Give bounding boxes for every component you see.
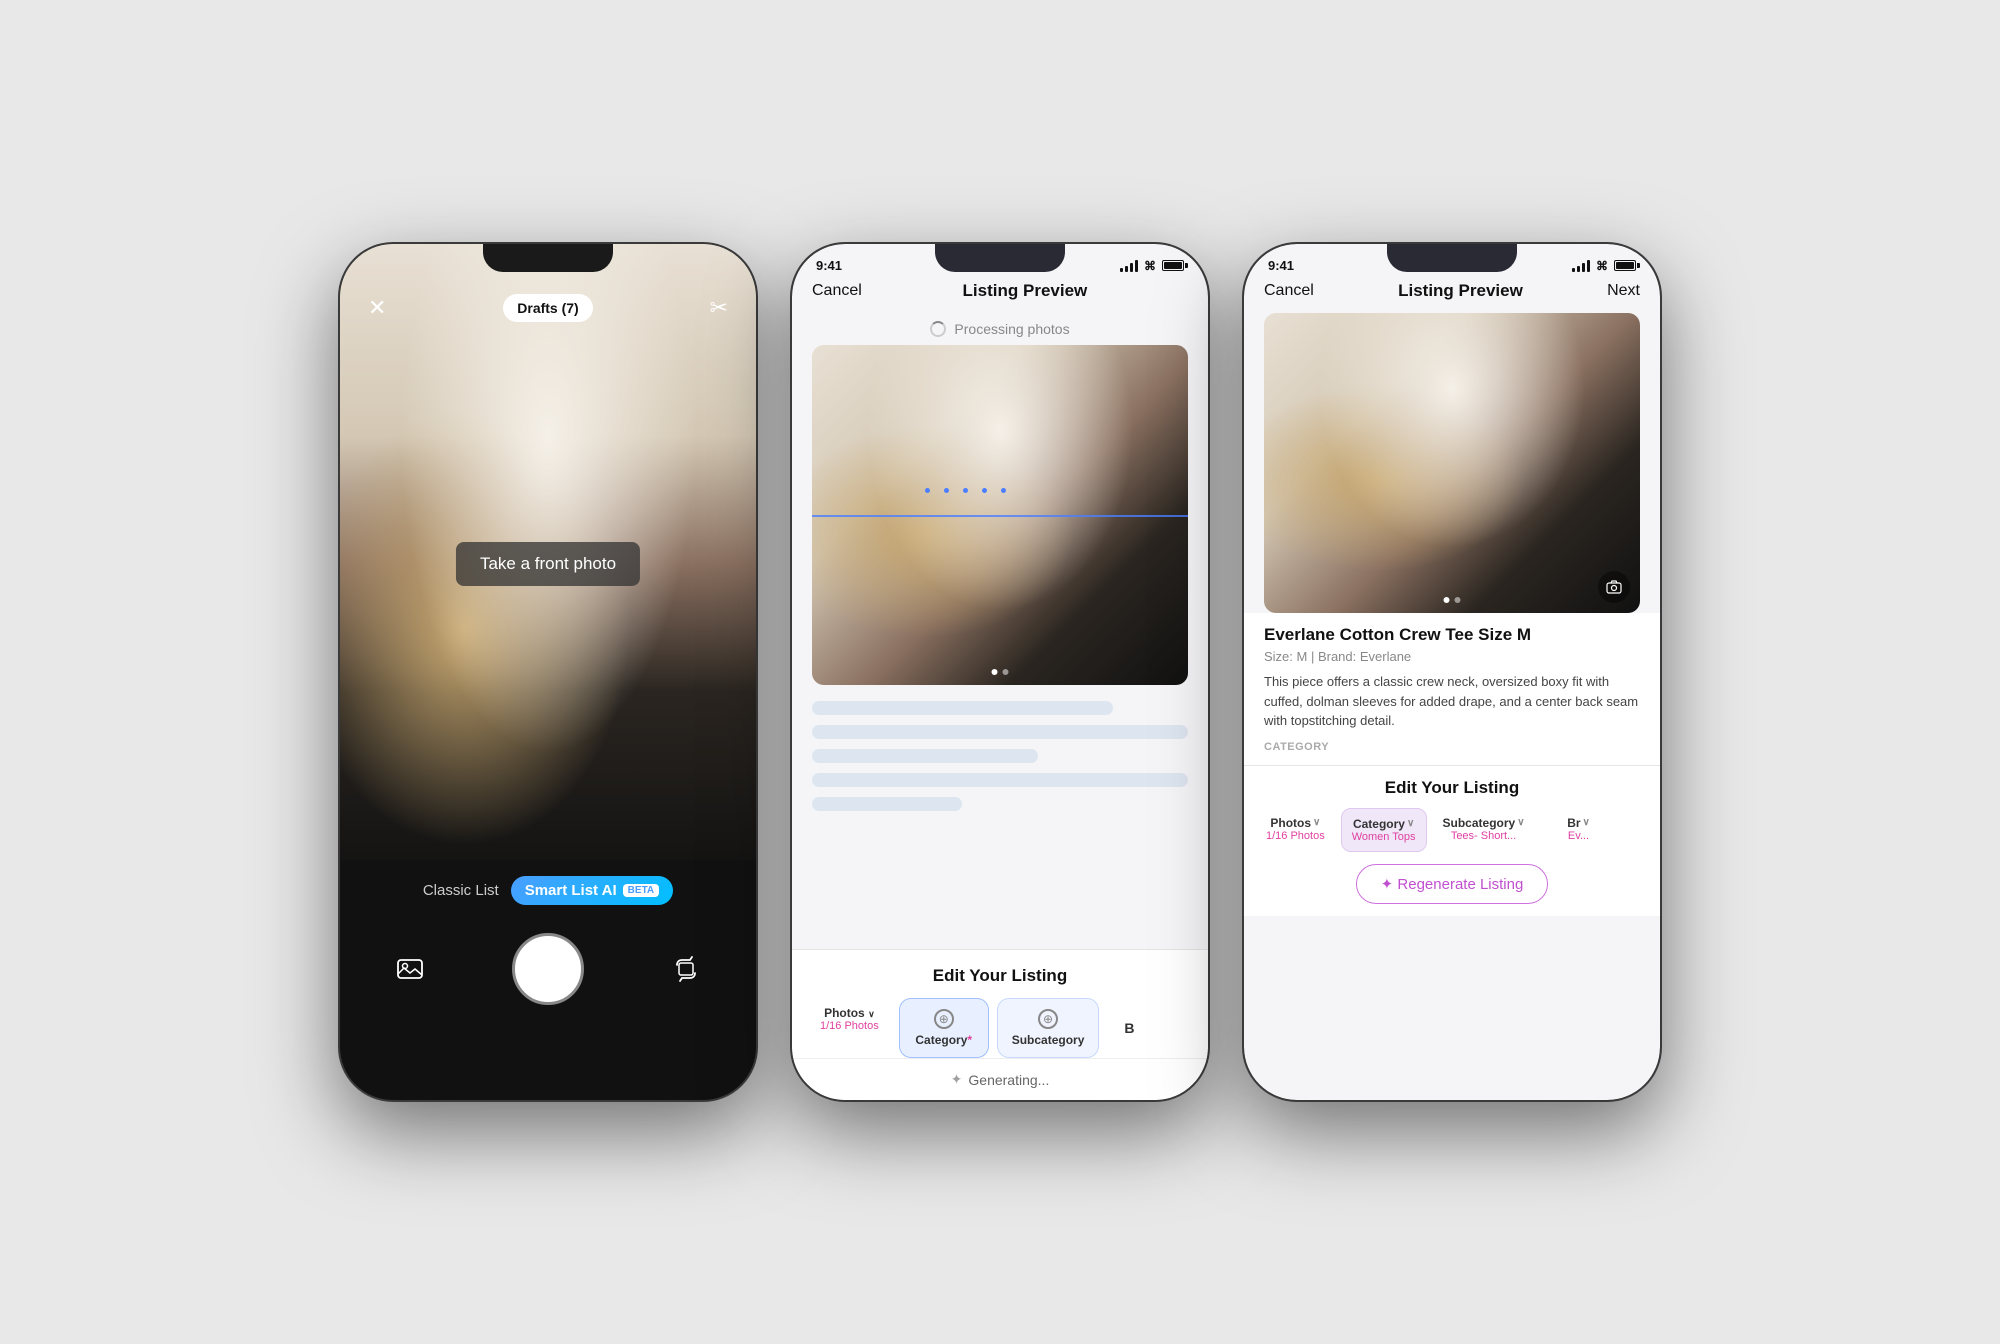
signal-icon-3 <box>1572 260 1590 272</box>
signal-icon <box>1120 260 1138 272</box>
generating-text: Generating... <box>968 1072 1049 1088</box>
image-pagination <box>992 669 1009 675</box>
brand-tab-2[interactable]: B <box>1107 998 1151 1058</box>
edit-title-3: Edit Your Listing <box>1244 778 1660 798</box>
product-title: Everlane Cotton Crew Tee Size M <box>1264 625 1640 645</box>
brand-tab-3[interactable]: Br ∨ Ev... <box>1541 808 1617 852</box>
photos-tab-2[interactable]: Photos ∨ 1/16 Photos <box>808 998 891 1058</box>
scan-line <box>812 515 1188 517</box>
processing-banner: Processing photos <box>792 313 1208 345</box>
product-meta: Size: M | Brand: Everlane <box>1264 649 1640 664</box>
star-icon: ✦ <box>951 1071 963 1088</box>
battery-icon <box>1162 260 1184 271</box>
category-section-label: CATEGORY <box>1264 741 1640 753</box>
camera-bottom-bar: Classic List Smart List AI BETA <box>340 860 756 1100</box>
camera-viewfinder: Take a front photo <box>340 244 756 884</box>
edit-tabs-2: Photos ∨ 1/16 Photos ⊕ Category* ⊕ Subca… <box>792 998 1208 1058</box>
edit-title-2: Edit Your Listing <box>792 966 1208 986</box>
product-info: Everlane Cotton Crew Tee Size M Size: M … <box>1244 613 1660 765</box>
phone-2: 9:41 ⌘ Cancel Listing Prev <box>790 242 1210 1102</box>
listing-image <box>812 345 1188 685</box>
result-photo <box>1264 313 1640 613</box>
time-2: 9:41 <box>816 258 842 273</box>
subcategory-tab-icon: ⊕ <box>1038 1009 1058 1029</box>
wifi-icon-3: ⌘ <box>1596 259 1608 273</box>
camera-overlay-icon[interactable] <box>1598 571 1630 603</box>
status-icons-2: ⌘ <box>1120 259 1184 273</box>
classic-mode-label[interactable]: Classic List <box>423 882 499 899</box>
subcategory-tab-2[interactable]: ⊕ Subcategory <box>997 998 1100 1058</box>
cancel-button-3[interactable]: Cancel <box>1264 282 1314 300</box>
next-button-3[interactable]: Next <box>1607 282 1640 300</box>
close-icon[interactable]: ✕ <box>368 295 386 321</box>
battery-icon-3 <box>1614 260 1636 271</box>
nav-bar-2: Cancel Listing Preview <box>792 277 1208 313</box>
gallery-button[interactable] <box>388 947 432 991</box>
subcategory-tab-3[interactable]: Subcategory ∨ Tees- Short... <box>1433 808 1535 852</box>
phone-3: 9:41 ⌘ Cancel Listing Prev <box>1242 242 1662 1102</box>
notch-1 <box>483 244 613 272</box>
processing-text: Processing photos <box>954 321 1069 337</box>
drafts-button[interactable]: Drafts (7) <box>503 294 592 322</box>
camera-controls <box>340 933 756 1005</box>
time-3: 9:41 <box>1268 258 1294 273</box>
skeleton-loading <box>792 685 1208 949</box>
category-tab-2[interactable]: ⊕ Category* <box>899 998 989 1058</box>
smart-mode-button[interactable]: Smart List AI BETA <box>511 876 673 905</box>
scissors-icon[interactable]: ✂ <box>710 295 728 321</box>
phone-1: Take a front photo ✕ Drafts (7) ✂ Classi… <box>338 242 758 1102</box>
edit-section-2: Edit Your Listing Photos ∨ 1/16 Photos ⊕… <box>792 949 1208 1100</box>
regenerate-listing-button[interactable]: ✦ Regenerate Listing <box>1356 864 1549 904</box>
image-pagination-3 <box>1444 597 1461 603</box>
page-title-2: Listing Preview <box>963 281 1088 301</box>
edit-section-3: Edit Your Listing Photos ∨ 1/16 Photos C… <box>1244 765 1660 916</box>
result-tabs: Photos ∨ 1/16 Photos Category ∨ Women To… <box>1244 808 1660 852</box>
photos-tab-3[interactable]: Photos ∨ 1/16 Photos <box>1256 808 1335 852</box>
generating-bar: ✦ Generating... <box>792 1058 1208 1100</box>
status-icons-3: ⌘ <box>1572 259 1636 273</box>
regen-button-area: ✦ Regenerate Listing <box>1244 852 1660 916</box>
nav-bar-3: Cancel Listing Preview Next <box>1244 277 1660 313</box>
page-title-3: Listing Preview <box>1398 281 1523 301</box>
category-tab-icon: ⊕ <box>934 1009 954 1029</box>
notch-2 <box>935 244 1065 272</box>
beta-badge: BETA <box>623 884 659 897</box>
wifi-icon: ⌘ <box>1144 259 1156 273</box>
result-image <box>1264 313 1640 613</box>
category-tab-3[interactable]: Category ∨ Women Tops <box>1341 808 1427 852</box>
product-description: This piece offers a classic crew neck, o… <box>1264 672 1640 731</box>
shutter-button[interactable] <box>512 933 584 1005</box>
scan-dots <box>925 488 1006 493</box>
cancel-button-2[interactable]: Cancel <box>812 282 862 300</box>
loading-spinner <box>930 321 946 337</box>
notch-3 <box>1387 244 1517 272</box>
camera-flip-button[interactable] <box>664 947 708 991</box>
front-photo-prompt: Take a front photo <box>456 542 640 586</box>
mode-selector: Classic List Smart List AI BETA <box>423 876 673 905</box>
